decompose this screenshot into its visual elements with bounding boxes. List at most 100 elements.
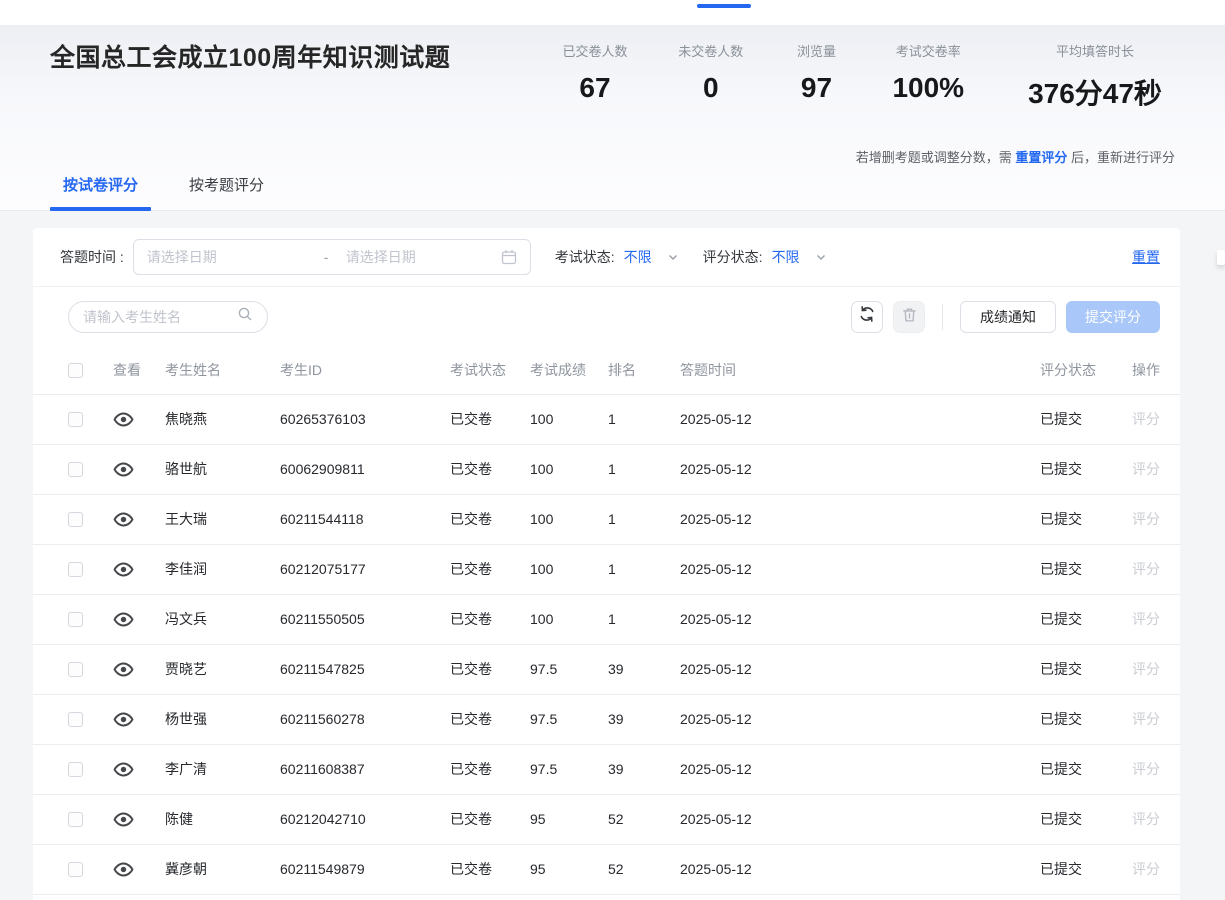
grade-action-link[interactable]: 评分 <box>1132 561 1160 577</box>
grade-action-link[interactable]: 评分 <box>1132 861 1160 877</box>
rank-value: 1 <box>596 544 668 594</box>
grading-status: 已提交 <box>1028 444 1108 494</box>
date-separator: - <box>324 249 346 265</box>
select-all-checkbox[interactable] <box>68 363 83 378</box>
view-eye-icon[interactable] <box>113 759 134 780</box>
answer-time: 2025-05-12 <box>668 844 1028 894</box>
score-notify-button[interactable]: 成绩通知 <box>960 301 1056 333</box>
examinee-id: 60212042710 <box>268 794 438 844</box>
view-eye-icon[interactable] <box>113 709 134 730</box>
page-title: 全国总工会成立100周年知识测试题 <box>50 38 520 79</box>
stats-row: 已交卷人数 67 未交卷人数 0 浏览量 97 考试交卷率 100% 平均填答时… <box>555 41 1180 112</box>
rank-value: 1 <box>596 444 668 494</box>
score-status-filter[interactable]: 评分状态: 不限 <box>703 247 827 267</box>
row-checkbox[interactable] <box>68 612 83 627</box>
grade-action-link[interactable]: 评分 <box>1132 611 1160 627</box>
row-checkbox[interactable] <box>68 412 83 427</box>
exam-status: 已交卷 <box>438 544 518 594</box>
col-exam-status: 考试状态 <box>438 346 518 394</box>
reset-score-link[interactable]: 重置评分 <box>1015 150 1067 165</box>
grade-action-link[interactable]: 评分 <box>1132 811 1160 827</box>
chevron-down-icon[interactable] <box>667 251 679 263</box>
refresh-button[interactable] <box>851 301 883 333</box>
filter-row: 答题时间 : 请选择日期 - 请选择日期 考试状态: 不限 <box>33 228 1180 287</box>
examinee-name: 李佳润 <box>153 544 268 594</box>
table-row: 贾晓艺 60211547825 已交卷 97.5 39 2025-05-12 已… <box>33 644 1180 694</box>
row-checkbox[interactable] <box>68 762 83 777</box>
grade-action-link[interactable]: 评分 <box>1132 761 1160 777</box>
table-row: 骆世航 60062909811 已交卷 100 1 2025-05-12 已提交… <box>33 444 1180 494</box>
row-checkbox[interactable] <box>68 812 83 827</box>
examinee-id: 60211550505 <box>268 594 438 644</box>
score-status-value[interactable]: 不限 <box>772 247 800 267</box>
table-row: 冯文兵 60211550505 已交卷 100 1 2025-05-12 已提交… <box>33 594 1180 644</box>
exam-score: 100 <box>518 494 596 544</box>
exam-score: 95 <box>518 794 596 844</box>
view-eye-icon[interactable] <box>113 809 134 830</box>
row-checkbox[interactable] <box>68 662 83 677</box>
grade-action-link[interactable]: 评分 <box>1132 511 1160 527</box>
row-checkbox[interactable] <box>68 562 83 577</box>
top-tab-indicator <box>697 4 751 8</box>
tab-score-by-question[interactable]: 按考题评分 <box>176 174 277 210</box>
view-eye-icon[interactable] <box>113 609 134 630</box>
grading-status: 已提交 <box>1028 844 1108 894</box>
stat-item: 考试交卷率 100% <box>882 41 974 112</box>
date-range-input[interactable]: 请选择日期 - 请选择日期 <box>133 239 531 275</box>
col-grading-status: 评分状态 <box>1028 346 1108 394</box>
exam-status-filter[interactable]: 考试状态: 不限 <box>555 247 679 267</box>
view-eye-icon[interactable] <box>113 859 134 880</box>
trash-icon <box>901 306 918 328</box>
rank-value: 52 <box>596 794 668 844</box>
view-eye-icon[interactable] <box>113 509 134 530</box>
row-checkbox[interactable] <box>68 862 83 877</box>
stat-label: 未交卷人数 <box>671 41 751 60</box>
grade-action-link[interactable]: 评分 <box>1132 661 1160 677</box>
examinee-name: 贾晓艺 <box>153 644 268 694</box>
exam-score: 97.5 <box>518 744 596 794</box>
row-checkbox[interactable] <box>68 712 83 727</box>
chevron-down-icon[interactable] <box>815 251 827 263</box>
exam-score: 100 <box>518 444 596 494</box>
examinee-id: 60212075177 <box>268 544 438 594</box>
tab-score-by-paper[interactable]: 按试卷评分 <box>50 174 151 210</box>
toolbar-divider <box>942 304 943 330</box>
scrollbar-thumb[interactable] <box>1217 250 1225 265</box>
examinee-name: 杨世强 <box>153 694 268 744</box>
table-row: 焦晓燕 60265376103 已交卷 100 1 2025-05-12 已提交… <box>33 394 1180 444</box>
exam-score: 97.5 <box>518 694 596 744</box>
view-eye-icon[interactable] <box>113 409 134 430</box>
search-input[interactable]: 请输入考生姓名 <box>68 301 268 333</box>
calendar-icon[interactable] <box>501 249 517 265</box>
examinee-id: 60211544118 <box>268 494 438 544</box>
exam-status-value[interactable]: 不限 <box>624 247 652 267</box>
answer-time: 2025-05-12 <box>668 444 1028 494</box>
delete-button <box>893 301 925 333</box>
grading-status: 已提交 <box>1028 794 1108 844</box>
examinee-id: 60265376103 <box>268 394 438 444</box>
grade-action-link[interactable]: 评分 <box>1132 711 1160 727</box>
exam-status: 已交卷 <box>438 744 518 794</box>
grade-action-link[interactable]: 评分 <box>1132 461 1160 477</box>
view-eye-icon[interactable] <box>113 559 134 580</box>
view-eye-icon[interactable] <box>113 659 134 680</box>
exam-score: 97.5 <box>518 644 596 694</box>
exam-score: 100 <box>518 394 596 444</box>
exam-status: 已交卷 <box>438 844 518 894</box>
answer-time: 2025-05-12 <box>668 394 1028 444</box>
score-status-label: 评分状态: <box>703 247 763 267</box>
stat-value: 0 <box>671 72 751 104</box>
exam-status: 已交卷 <box>438 644 518 694</box>
search-icon[interactable] <box>237 306 253 327</box>
search-placeholder: 请输入考生姓名 <box>83 307 237 327</box>
examinee-id: 60211547825 <box>268 644 438 694</box>
refresh-icon <box>858 305 876 328</box>
stat-label: 平均填答时长 <box>1010 41 1180 60</box>
stat-label: 考试交卷率 <box>882 41 974 60</box>
row-checkbox[interactable] <box>68 462 83 477</box>
stat-item: 未交卷人数 0 <box>671 41 751 112</box>
reset-filters-link[interactable]: 重置 <box>1132 247 1160 267</box>
row-checkbox[interactable] <box>68 512 83 527</box>
grade-action-link[interactable]: 评分 <box>1132 411 1160 427</box>
view-eye-icon[interactable] <box>113 459 134 480</box>
